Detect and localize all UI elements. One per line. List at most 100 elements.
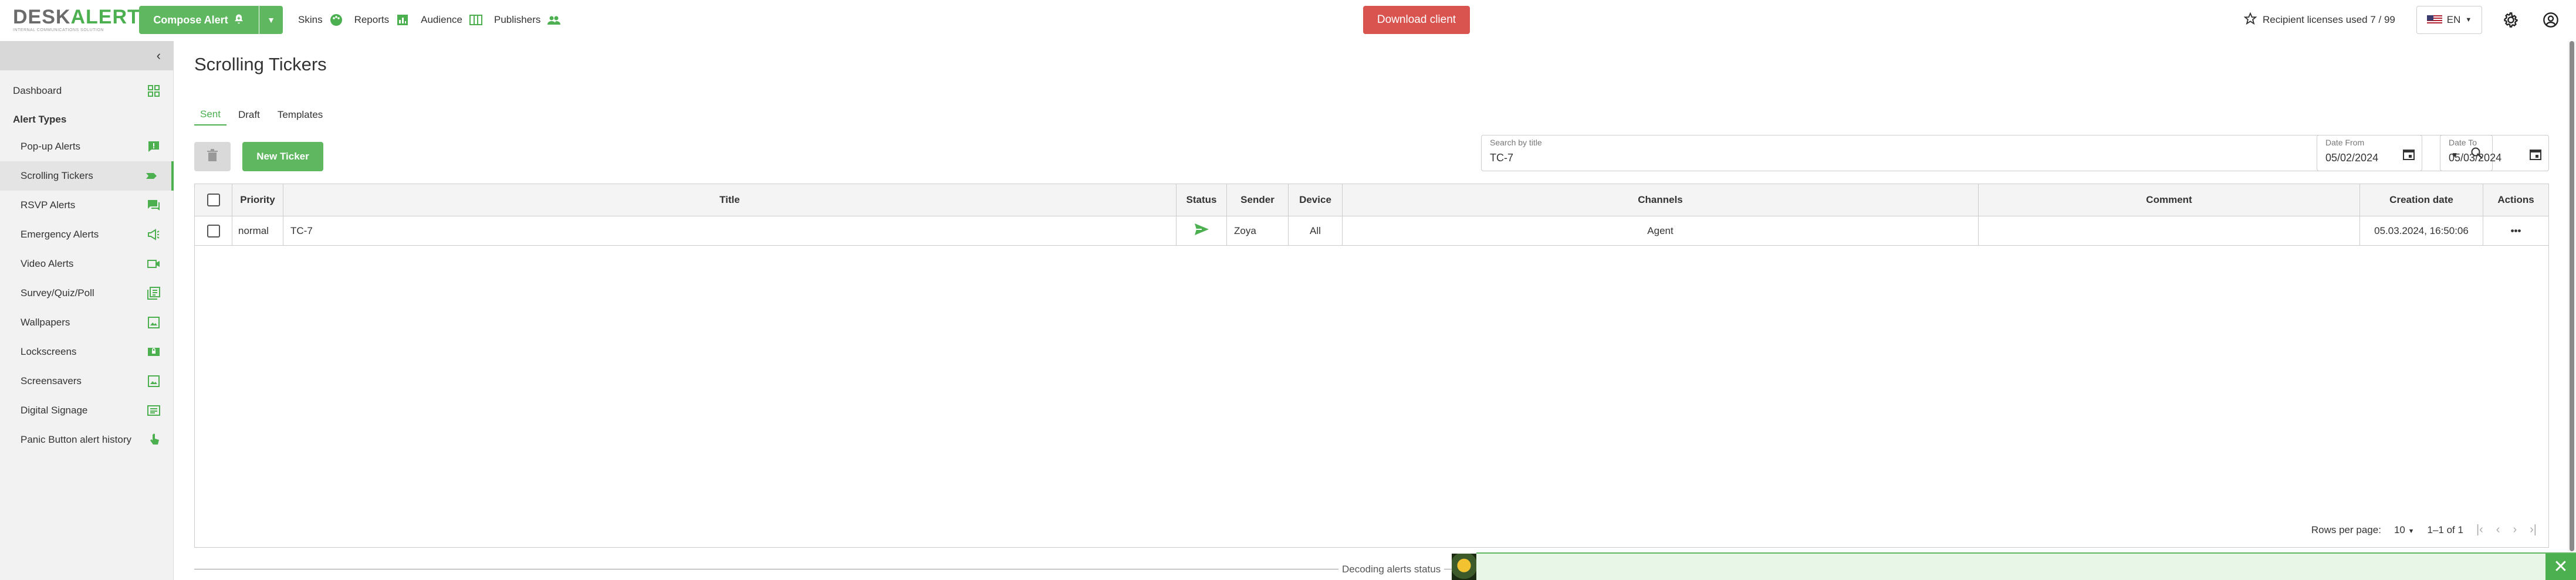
cell-sender: Zoya: [1227, 216, 1289, 245]
tab-sent[interactable]: Sent: [194, 104, 227, 126]
date-from-input[interactable]: 05/02/2024: [2325, 152, 2378, 164]
sidebar-item-popup-alerts[interactable]: Pop-up Alerts: [0, 132, 174, 161]
wallpaper-icon: [146, 314, 162, 331]
delete-button[interactable]: [194, 142, 231, 171]
nav-publishers[interactable]: Publishers: [494, 12, 562, 28]
sidebar-item-label: Wallpapers: [21, 317, 70, 328]
top-bar: DESKALERTS INTERNAL COMMUNICATIONS SOLUT…: [0, 0, 2576, 41]
search-input[interactable]: TC-7: [1490, 152, 1513, 164]
header-priority[interactable]: Priority: [232, 184, 283, 216]
compose-alert-button[interactable]: Compose Alert ▼: [139, 6, 283, 34]
cell-priority: normal: [232, 216, 283, 245]
sidebar-item-digital-signage[interactable]: Digital Signage: [0, 396, 174, 425]
first-page-icon[interactable]: |‹: [2476, 523, 2483, 537]
sidebar-item-label: Pop-up Alerts: [21, 141, 81, 152]
date-to-field[interactable]: Date To 05/03/2024: [2440, 135, 2549, 171]
header-creation-date[interactable]: Creation date: [2360, 184, 2483, 216]
cell-title[interactable]: TC-7: [283, 216, 1177, 245]
cell-status: [1177, 216, 1227, 245]
nav-reports[interactable]: Reports: [354, 12, 411, 28]
download-client-button[interactable]: Download client: [1363, 6, 1470, 34]
logo-subtitle: INTERNAL COMMUNICATIONS SOLUTION: [13, 28, 104, 32]
licenses-label: Recipient licenses used 7 / 99: [2263, 14, 2395, 25]
next-page-icon[interactable]: ›: [2513, 523, 2517, 537]
cell-comment: [1979, 216, 2360, 245]
people-icon: [546, 12, 562, 28]
sidebar-item-survey-quiz-poll[interactable]: Survey/Quiz/Poll: [0, 279, 174, 308]
close-icon[interactable]: ✕: [2545, 554, 2576, 580]
compose-alert-main[interactable]: Compose Alert: [139, 6, 259, 34]
select-all-cell: [195, 184, 232, 216]
recipient-licenses[interactable]: Recipient licenses used 7 / 99: [2243, 11, 2395, 29]
language-select[interactable]: EN ▼: [2416, 6, 2482, 34]
header-sender[interactable]: Sender: [1227, 184, 1289, 216]
tab-draft[interactable]: Draft: [232, 104, 266, 126]
date-to-input[interactable]: 05/03/2024: [2449, 152, 2501, 164]
nav-audience[interactable]: Audience: [421, 12, 484, 28]
page-title: Scrolling Tickers: [194, 54, 327, 74]
trash-icon: [207, 148, 218, 165]
rows-per-page-select[interactable]: 10 ▼: [2394, 524, 2415, 536]
chevron-down-icon: ▼: [2465, 16, 2472, 23]
dashboard-icon: [146, 83, 162, 99]
nav-skins[interactable]: Skins: [298, 12, 344, 28]
sidebar-item-emergency-alerts[interactable]: Emergency Alerts: [0, 220, 174, 249]
chevron-down-icon: ▼: [267, 15, 275, 25]
nav-publishers-label: Publishers: [494, 14, 541, 25]
page-range: 1–1 of 1: [2427, 524, 2463, 535]
sidebar-item-label: Panic Button alert history: [21, 434, 131, 445]
header-device[interactable]: Device: [1289, 184, 1343, 216]
sidebar-item-panic-button-history[interactable]: Panic Button alert history: [0, 425, 174, 454]
sidebar-collapse-button[interactable]: ‹: [0, 41, 174, 70]
screensaver-icon: [146, 373, 162, 389]
header-status[interactable]: Status: [1177, 184, 1227, 216]
date-from-field[interactable]: Date From 05/02/2024: [2317, 135, 2422, 171]
user-account-icon[interactable]: [2541, 10, 2561, 30]
compose-dropdown-toggle[interactable]: ▼: [259, 15, 283, 25]
decoding-status-label: Decoding alerts status: [1338, 564, 1445, 575]
us-flag-icon: [2426, 15, 2442, 25]
sidebar-item-lockscreens[interactable]: Lockscreens: [0, 337, 174, 367]
header-channels[interactable]: Channels: [1343, 184, 1979, 216]
bell-plus-icon: [233, 13, 245, 28]
ticker-icon: [143, 168, 160, 184]
row-checkbox[interactable]: [207, 224, 220, 238]
nav-skins-label: Skins: [298, 14, 323, 25]
logo[interactable]: DESKALERTS INTERNAL COMMUNICATIONS SOLUT…: [13, 7, 153, 32]
sidebar-item-wallpapers[interactable]: Wallpapers: [0, 308, 174, 337]
table-row[interactable]: normal TC-7 Zoya All Agent 05.03.2024, 1…: [195, 216, 2548, 246]
date-to-label: Date To: [2449, 138, 2477, 147]
settings-gear-icon[interactable]: [2501, 10, 2521, 30]
sidebar-item-rsvp-alerts[interactable]: RSVP Alerts: [0, 191, 174, 220]
sidebar-item-label: Scrolling Tickers: [21, 170, 93, 181]
row-select-cell: [195, 216, 232, 245]
sidebar-item-label: Survey/Quiz/Poll: [21, 287, 94, 299]
prev-page-icon[interactable]: ‹: [2496, 523, 2500, 537]
language-value: EN: [2446, 14, 2461, 25]
last-page-icon[interactable]: ›|: [2530, 523, 2537, 537]
calendar-icon[interactable]: [2528, 147, 2543, 161]
calendar-icon[interactable]: [2402, 147, 2416, 161]
star-icon: [2243, 12, 2257, 28]
new-ticker-button[interactable]: New Ticker: [242, 142, 323, 171]
lockscreen-icon: [146, 344, 162, 360]
row-actions-menu[interactable]: •••: [2483, 216, 2548, 245]
sidebar-item-screensavers[interactable]: Screensavers: [0, 367, 174, 396]
tab-templates[interactable]: Templates: [272, 104, 329, 126]
select-all-checkbox[interactable]: [207, 194, 220, 206]
tickers-table: Priority Title Status Sender Device Chan…: [194, 184, 2549, 548]
header-title[interactable]: Title: [283, 184, 1177, 216]
sidebar-item-label: Dashboard: [13, 85, 62, 96]
sidebar-item-dashboard[interactable]: Dashboard: [0, 76, 174, 106]
pagination: Rows per page: 10 ▼ 1–1 of 1 |‹ ‹ › ›|: [2311, 523, 2537, 537]
sent-icon: [1194, 223, 1209, 239]
nav-audience-label: Audience: [421, 14, 462, 25]
sidebar-item-video-alerts[interactable]: Video Alerts: [0, 249, 174, 279]
page-scrollbar[interactable]: [2568, 41, 2576, 551]
header-comment[interactable]: Comment: [1979, 184, 2360, 216]
scrollbar-thumb[interactable]: [2570, 41, 2574, 551]
logo-text: DESKALERTS: [13, 7, 153, 27]
cell-channels: Agent: [1343, 216, 1979, 245]
sidebar-item-scrolling-tickers[interactable]: Scrolling Tickers: [0, 161, 174, 191]
megaphone-icon: [146, 226, 162, 243]
